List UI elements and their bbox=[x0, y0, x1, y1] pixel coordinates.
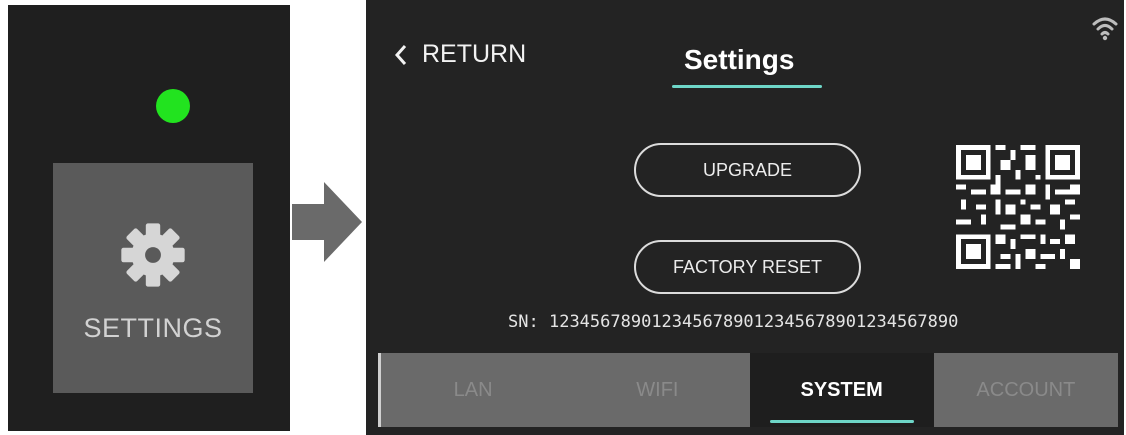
tab-account[interactable]: ACCOUNT bbox=[933, 353, 1118, 427]
gear-icon bbox=[121, 223, 185, 287]
settings-label: SETTINGS bbox=[83, 313, 223, 343]
return-label: RETURN bbox=[422, 40, 527, 68]
page-title: Settings bbox=[684, 44, 795, 75]
sn-label: SN: bbox=[508, 312, 539, 332]
tab-label: LAN bbox=[453, 378, 493, 401]
tab-bar: LAN WIFI SYSTEM ACCOUNT bbox=[378, 353, 1118, 427]
tab-label: WIFI bbox=[636, 378, 679, 401]
serial-number: SN: 123456789012345678901234567890123456… bbox=[508, 312, 958, 332]
tab-label: ACCOUNT bbox=[976, 378, 1076, 401]
settings-screen: RETURN Settings UPGRADE FACTORY RESET SN… bbox=[366, 0, 1124, 435]
qr-code bbox=[956, 145, 1080, 269]
arrow-right-icon bbox=[292, 182, 362, 262]
active-tab-underline bbox=[769, 420, 914, 423]
chevron-left-icon bbox=[394, 44, 407, 65]
factory-reset-button[interactable]: FACTORY RESET bbox=[634, 240, 861, 294]
tab-system[interactable]: SYSTEM bbox=[749, 353, 934, 427]
settings-tile[interactable]: SETTINGS bbox=[53, 163, 253, 393]
sn-value: 1234567890123456789012345678901234567890 bbox=[548, 312, 959, 332]
upgrade-button[interactable]: UPGRADE bbox=[634, 143, 861, 197]
tab-label: SYSTEM bbox=[800, 378, 883, 401]
return-button[interactable]: RETURN bbox=[394, 40, 526, 69]
tab-lan[interactable]: LAN bbox=[378, 353, 566, 427]
wifi-icon bbox=[1092, 17, 1118, 41]
title-underline bbox=[672, 85, 822, 88]
device-panel: SETTINGS bbox=[8, 5, 290, 431]
status-indicator bbox=[156, 89, 190, 123]
tab-wifi[interactable]: WIFI bbox=[565, 353, 750, 427]
